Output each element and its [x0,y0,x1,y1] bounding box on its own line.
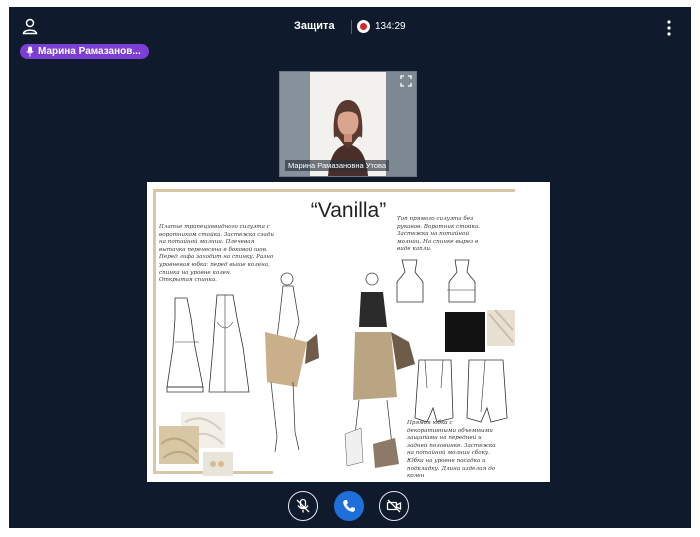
note-line: защипами на передней и [407,435,482,442]
top-description: Топ прямого силуэта без рукавов. Воротни… [397,216,507,254]
skirt-description: Прямая юбка с декоративными объемными за… [407,420,527,481]
user-icon[interactable] [21,17,39,35]
active-speaker-name: Марина Рамазанов... [38,46,141,57]
mute-button[interactable] [288,491,318,521]
active-speaker-badge: Марина Рамазанов... [20,44,149,59]
note-line: Топ прямого силуэта без [397,216,474,222]
note-line: Прямая юбка с [407,420,453,426]
microphone-off-icon [296,498,310,513]
presentation-slide: “Vanilla” Платье трапециевидного силуэта… [147,182,550,482]
note-line: Юбка на уровне посадка и [407,457,486,464]
camera-off-icon [386,499,402,513]
note-line: Открытая спинка. [159,277,217,284]
note-line: Платье трапециевидного силуэта с [159,224,270,230]
participant-name-label: Марина Рамазановна Утова [285,160,390,171]
recording-timer: 134:29 [375,21,406,32]
note-line: Перед лифа заходит на спинку. Разно [159,254,274,261]
note-line: рукавов. Воротник стойка. [397,223,480,230]
dress-description: Платье трапециевидного силуэта с воротни… [159,224,309,285]
more-menu-icon[interactable] [662,19,676,37]
phone-icon [343,500,355,512]
note-line: спинка на уровне колен. [159,269,232,276]
fullscreen-icon[interactable] [400,75,412,87]
note-line: на потайной молнии сбоку. [407,450,490,457]
note-line: колен [407,473,425,480]
note-line: воротником стойка. Застежка сзади [159,231,274,238]
top-bar: Защита 134:29 [9,7,691,47]
microphone-icon [26,46,34,57]
camera-toggle-button[interactable] [379,491,409,521]
note-line: уровневая юбка: перед выше колена, [159,261,270,268]
note-line: виде капли. [397,246,432,253]
record-icon [357,20,370,33]
end-call-button[interactable] [334,491,364,521]
participant-video[interactable]: Марина Рамазановна Утова [279,71,417,177]
note-line: на потайной молнии. Плечевая [159,239,255,246]
note-line: молнии. На спинке вырез в [397,238,479,245]
conference-window: Защита 134:29 Марина Рамазанов... Марина… [9,7,691,528]
session-title: Защита [294,20,335,32]
note-line: декоративными объемными [407,427,493,434]
divider [351,20,352,34]
note-line: Застежка на потайной [397,231,470,238]
note-line: подкладку. Длина изделия до [407,465,496,472]
